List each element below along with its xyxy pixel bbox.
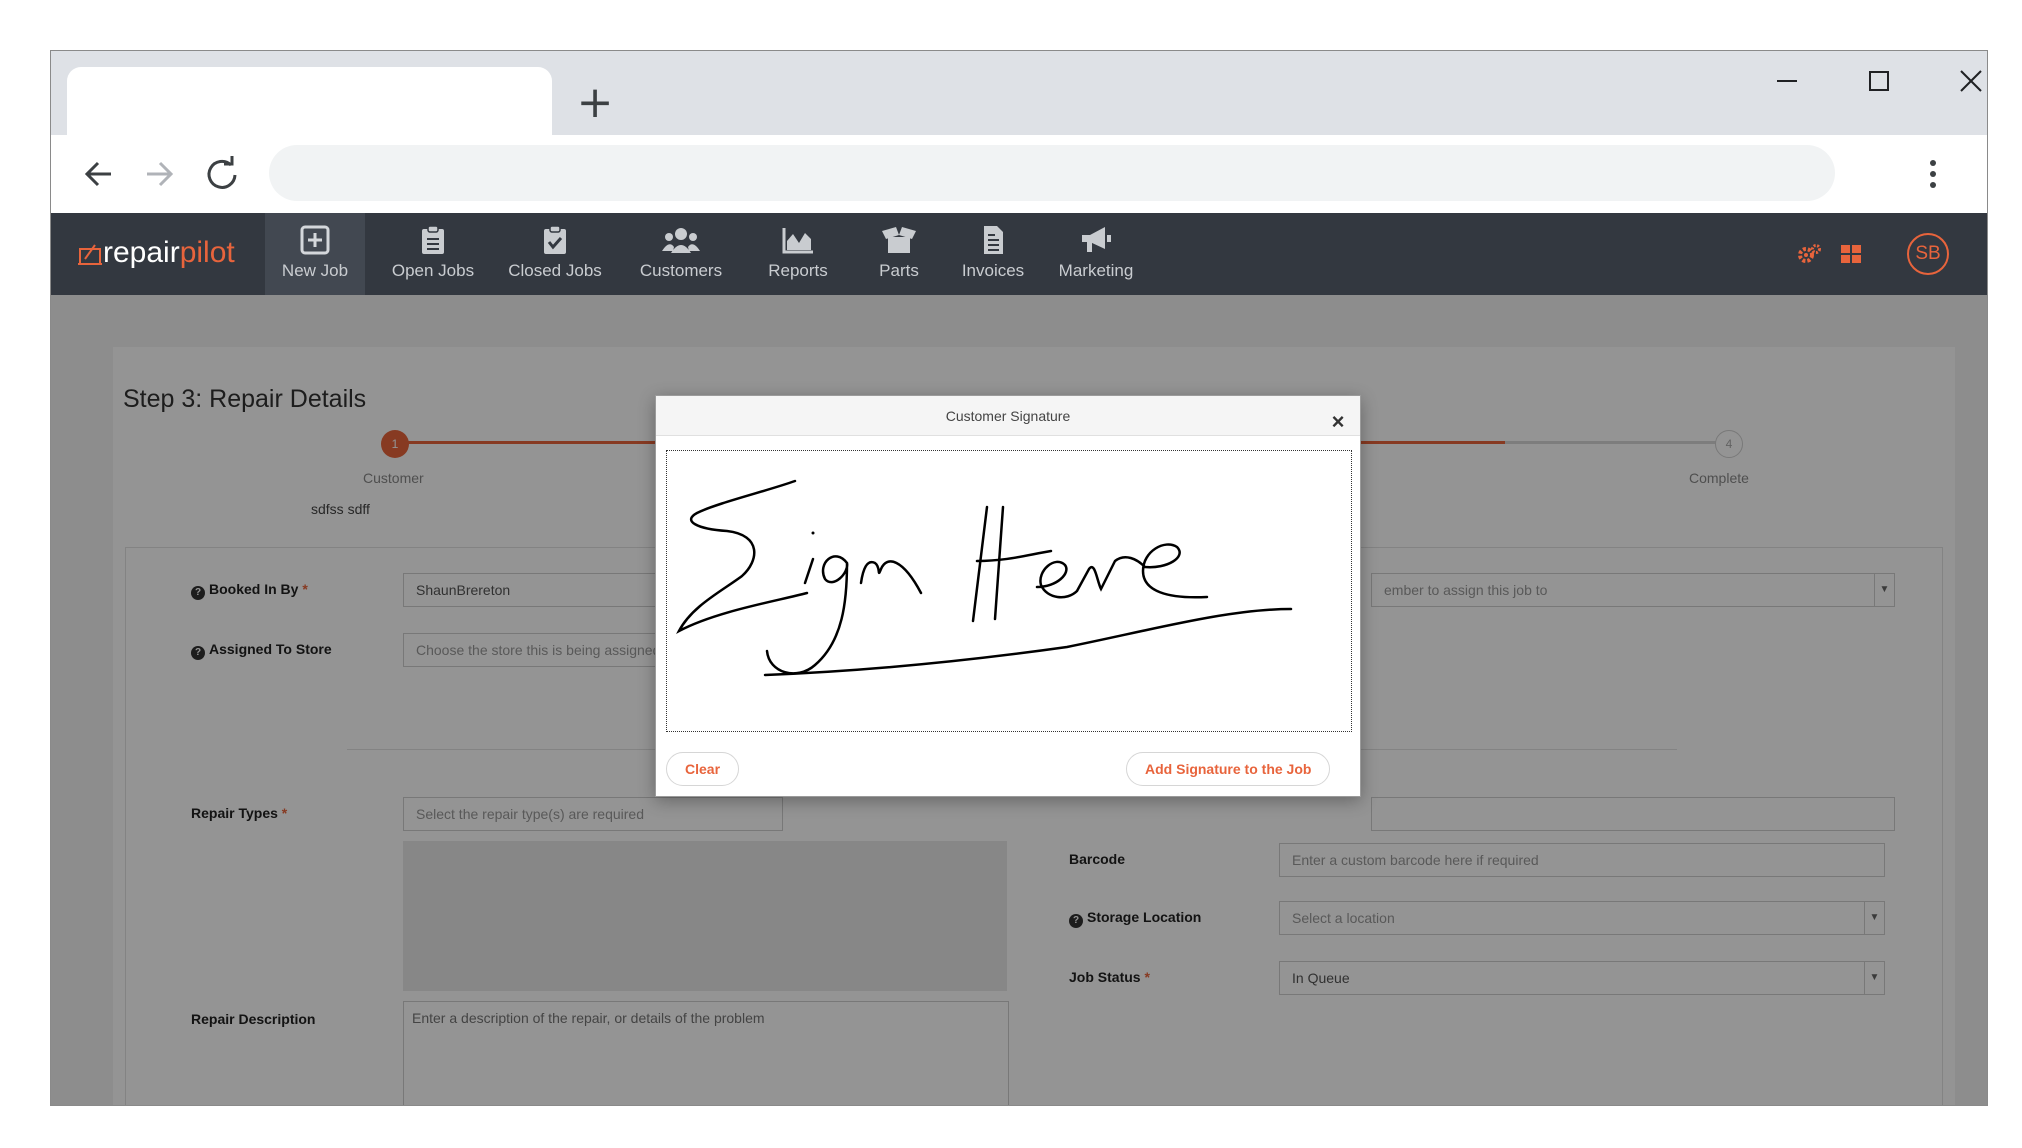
nav-label: Marketing <box>1058 261 1134 280</box>
nav-parts[interactable]: Parts <box>857 213 941 295</box>
clear-signature-button[interactable]: Clear <box>666 752 740 786</box>
browser-tab[interactable] <box>67 67 552 135</box>
close-icon[interactable]: × <box>1326 410 1350 434</box>
area-chart-icon <box>782 228 813 254</box>
nav-label: Customers <box>639 261 723 280</box>
arrow-right-icon <box>147 161 174 187</box>
plus-square-icon <box>300 225 330 255</box>
signature-pad[interactable] <box>666 450 1352 732</box>
customer-signature-modal: Customer Signature × Clear Add Signature… <box>655 395 1361 797</box>
nav-label: Open Jobs <box>391 261 475 280</box>
logo-text-repair: repair <box>103 236 180 269</box>
users-icon <box>662 228 700 253</box>
settings-button[interactable] <box>1797 243 1821 270</box>
app-navbar: repair pilot New Job Open Jobs Closed Job… <box>51 213 1987 295</box>
address-bar[interactable] <box>269 145 1835 201</box>
minimize-button[interactable] <box>1747 59 1827 107</box>
user-avatar[interactable]: SB <box>1907 233 1949 275</box>
new-tab-button[interactable]: + <box>567 77 623 129</box>
nav-closed-jobs[interactable]: Closed Jobs <box>493 213 617 295</box>
nav-marketing[interactable]: Marketing <box>1043 213 1149 295</box>
repairpilot-logo[interactable]: repair pilot <box>77 233 235 273</box>
nav-invoices[interactable]: Invoices <box>945 213 1041 295</box>
box-open-icon <box>882 227 916 253</box>
grid-icon <box>1841 245 1861 263</box>
nav-new-job[interactable]: New Job <box>265 213 365 295</box>
gears-icon <box>1798 244 1821 263</box>
maximize-button[interactable] <box>1839 59 1919 107</box>
arrow-left-icon <box>84 161 111 187</box>
nav-customers[interactable]: Customers <box>617 213 745 295</box>
nav-label: Closed Jobs <box>508 261 602 280</box>
kebab-menu-icon <box>1930 160 1936 188</box>
clipboard-list-icon <box>422 225 444 254</box>
nav-label: Parts <box>879 261 919 280</box>
forward-button[interactable] <box>133 147 187 201</box>
logo-icon <box>78 244 102 265</box>
back-button[interactable] <box>71 147 125 201</box>
modal-title: Customer Signature <box>945 408 1071 424</box>
browser-toolbar <box>51 135 1987 213</box>
browser-window: + repair pilot New Job Open Jobs Closed … <box>50 50 1988 1106</box>
close-icon <box>1960 70 1982 92</box>
reload-button[interactable] <box>195 147 249 201</box>
nav-label: New Job <box>281 261 349 280</box>
browser-menu-button[interactable] <box>1913 147 1953 201</box>
logo-text-pilot: pilot <box>179 236 235 269</box>
modal-header: Customer Signature × <box>656 396 1360 436</box>
nav-open-jobs[interactable]: Open Jobs <box>373 213 493 295</box>
tab-strip: + <box>51 51 1987 135</box>
megaphone-icon <box>1082 227 1111 252</box>
clipboard-check-icon <box>544 225 566 254</box>
file-invoice-icon <box>984 226 1003 254</box>
nav-label: Invoices <box>961 261 1025 280</box>
apps-grid-button[interactable] <box>1841 245 1861 268</box>
minimize-icon <box>1777 80 1797 82</box>
signature-drawing <box>676 479 1293 677</box>
add-signature-button[interactable]: Add Signature to the Job <box>1126 752 1331 786</box>
nav-reports[interactable]: Reports <box>745 213 851 295</box>
maximize-icon <box>1869 71 1889 91</box>
reload-icon <box>207 156 237 189</box>
nav-label: Reports <box>768 261 828 280</box>
close-window-button[interactable] <box>1931 59 1987 107</box>
